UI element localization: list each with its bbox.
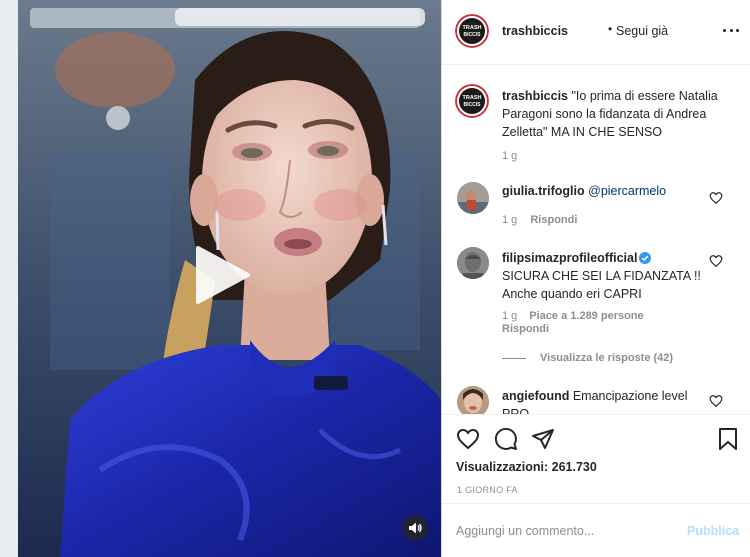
separator-dot: • (608, 22, 613, 36)
views-number: 261.730 (551, 460, 597, 474)
author-avatar-image: TRASH BICCIS (455, 14, 489, 48)
paper-plane-icon (532, 429, 554, 449)
comment-body: filipsimazprofileofficial SICURA CHE SEI… (502, 249, 707, 303)
comment-text: SICURA CHE SEI LA FIDANZATA !! Anche qua… (502, 269, 701, 301)
author-avatar[interactable]: TRASH BICCIS (455, 14, 489, 48)
view-replies-button[interactable]: Visualizza le risposte (42) (502, 352, 673, 364)
caption-username[interactable]: trashbiccis (502, 89, 568, 103)
post-caption: trashbiccis "Io prima di essere Natalia … (502, 87, 727, 141)
comment-avatar[interactable] (457, 182, 489, 214)
author-username[interactable]: trashbiccis (502, 24, 568, 38)
comment-button[interactable] (494, 427, 518, 451)
comment-meta: 1 g Rispondi (502, 214, 587, 226)
save-button[interactable] (716, 427, 740, 451)
comment-meta: 1 g Piace a 1.289 persone Rispondi (502, 310, 656, 336)
instagram-post-viewer: TRASH BICCIS trashbiccis • Segui già TRA… (0, 0, 750, 557)
comment-avatar-image (457, 386, 489, 414)
heart-icon (709, 255, 723, 268)
verified-badge-icon (639, 251, 652, 264)
reply-button[interactable]: Rispondi (530, 214, 577, 226)
avatar-logo-line1: TRASH (463, 25, 482, 31)
comment-body: angiefound Emancipazione level PRO (502, 387, 707, 414)
caption-avatar-logo-line2: BICCIS (464, 102, 482, 108)
comment-likes-count[interactable]: Piace a 1.289 persone (529, 310, 643, 322)
add-comment-bar: Pubblica (442, 503, 750, 557)
play-button[interactable] (190, 244, 252, 306)
more-options-icon (723, 28, 739, 32)
comment-username[interactable]: filipsimazprofileofficial (502, 251, 637, 265)
caption-timestamp[interactable]: 1 g (502, 150, 517, 162)
speaker-icon (409, 522, 422, 534)
comments-list[interactable]: TRASH BICCIS trashbiccis "Io prima di es… (442, 66, 750, 414)
comment-username[interactable]: angiefound (502, 389, 569, 403)
post-date[interactable]: 1 GIORNO FA (457, 485, 518, 495)
comment-avatar[interactable] (457, 386, 489, 414)
follow-status-button[interactable]: Segui già (616, 24, 668, 38)
heart-icon (456, 428, 480, 450)
more-options-button[interactable] (723, 22, 739, 38)
comment-mention-link[interactable]: @piercarmelo (588, 184, 666, 198)
comment-like-button[interactable] (709, 254, 723, 268)
comment-like-button[interactable] (709, 191, 723, 205)
comment-icon (494, 427, 517, 450)
publish-button[interactable]: Pubblica (687, 524, 739, 538)
caption-author-avatar[interactable]: TRASH BICCIS (455, 84, 489, 118)
comment-avatar[interactable] (457, 247, 489, 279)
play-icon (196, 246, 250, 304)
views-label: Visualizzazioni: (456, 460, 549, 474)
comment-username[interactable]: giulia.trifoglio (502, 184, 585, 198)
comment-input[interactable] (456, 520, 676, 542)
like-button[interactable] (456, 427, 480, 451)
avatar-logo-line2: BICCIS (464, 32, 482, 38)
comment-avatar-image (457, 182, 489, 214)
comment-timestamp[interactable]: 1 g (502, 310, 517, 322)
video-player[interactable] (0, 0, 441, 557)
comment-avatar-image (457, 247, 489, 279)
mute-button[interactable] (402, 515, 428, 541)
reply-button[interactable]: Rispondi (502, 323, 644, 336)
comment-like-button[interactable] (709, 394, 723, 408)
comment-body: giulia.trifoglio @piercarmelo (502, 184, 666, 198)
heart-icon (709, 192, 723, 205)
share-button[interactable] (531, 427, 555, 451)
post-side-panel: TRASH BICCIS trashbiccis • Segui già TRA… (441, 0, 750, 557)
caption-avatar-image: TRASH BICCIS (455, 84, 489, 118)
post-actions: Visualizzazioni: 261.730 1 GIORNO FA (442, 414, 750, 502)
views-count[interactable]: Visualizzazioni: 261.730 (456, 460, 597, 474)
comment-timestamp[interactable]: 1 g (502, 214, 517, 226)
heart-icon (709, 395, 723, 408)
caption-avatar-logo-line1: TRASH (463, 95, 482, 101)
post-header: TRASH BICCIS trashbiccis • Segui già (442, 0, 750, 65)
bookmark-icon (719, 428, 737, 450)
